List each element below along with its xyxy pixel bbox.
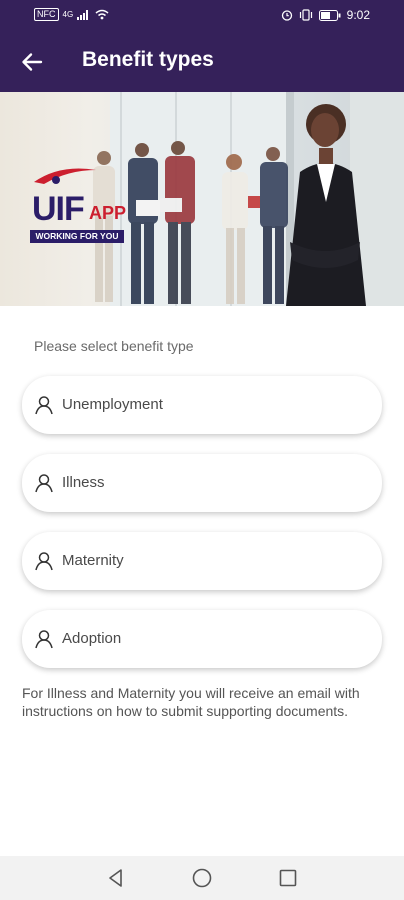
nfc-indicator: NFC: [34, 8, 59, 21]
person-icon: [35, 474, 53, 493]
battery-icon: [318, 9, 341, 21]
nav-back-button[interactable]: [104, 866, 128, 890]
option-label: Adoption: [62, 630, 122, 647]
hero-banner: UIF APP WORKING FOR YOU: [0, 92, 404, 306]
nav-home-button[interactable]: [190, 866, 214, 890]
back-button[interactable]: [14, 44, 50, 80]
vibrate-icon: [299, 9, 312, 21]
alarm-icon: [281, 10, 292, 21]
status-time: 9:02: [346, 8, 370, 22]
option-label: Illness: [62, 474, 105, 491]
person-icon: [35, 396, 53, 415]
option-unemployment[interactable]: Unemployment: [22, 376, 382, 434]
recents-square-icon: [279, 869, 297, 887]
select-prompt: Please select benefit type: [34, 338, 194, 354]
uif-logo-tagline: WORKING FOR YOU: [30, 230, 124, 243]
uif-logo-text: UIF: [32, 190, 85, 228]
status-bar: NFC 4G 9:02: [0, 0, 404, 32]
home-circle-icon: [192, 868, 212, 888]
status-bar-right: 9:02: [281, 8, 370, 22]
person-icon: [35, 552, 53, 571]
uif-logo-swoosh-icon: [34, 168, 96, 184]
arrow-left-icon: [22, 53, 43, 71]
network-type: 4G: [62, 10, 74, 19]
page-title: Benefit types: [82, 48, 214, 71]
signal-icon: [77, 10, 89, 20]
option-label: Unemployment: [62, 396, 163, 413]
person-icon: [35, 630, 53, 649]
option-adoption[interactable]: Adoption: [22, 610, 382, 668]
wifi-icon: [95, 9, 109, 20]
option-illness[interactable]: Illness: [22, 454, 382, 512]
status-bar-left: NFC 4G: [34, 8, 109, 21]
nav-recents-button[interactable]: [276, 866, 300, 890]
app-bar: Benefit types: [0, 32, 404, 92]
back-triangle-icon: [109, 869, 122, 887]
option-label: Maternity: [62, 552, 124, 569]
option-maternity[interactable]: Maternity: [22, 532, 382, 590]
uif-logo-app: APP: [89, 203, 127, 223]
supporting-documents-note: For Illness and Maternity you will recei…: [22, 685, 360, 719]
system-nav-bar: [0, 856, 404, 900]
